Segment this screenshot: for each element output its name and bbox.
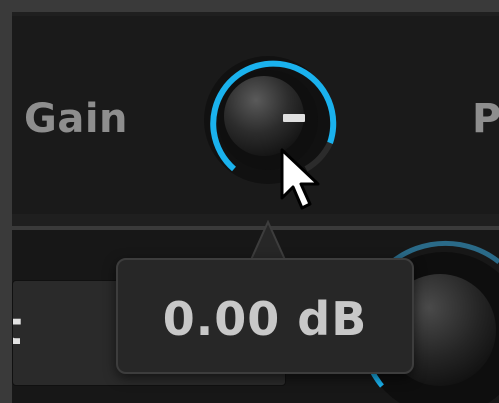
gain-value-readout: 0.00 dB: [162, 292, 368, 346]
gain-value-tooltip: 0.00 dB: [116, 258, 414, 374]
arrow-cursor-icon: [280, 148, 320, 210]
